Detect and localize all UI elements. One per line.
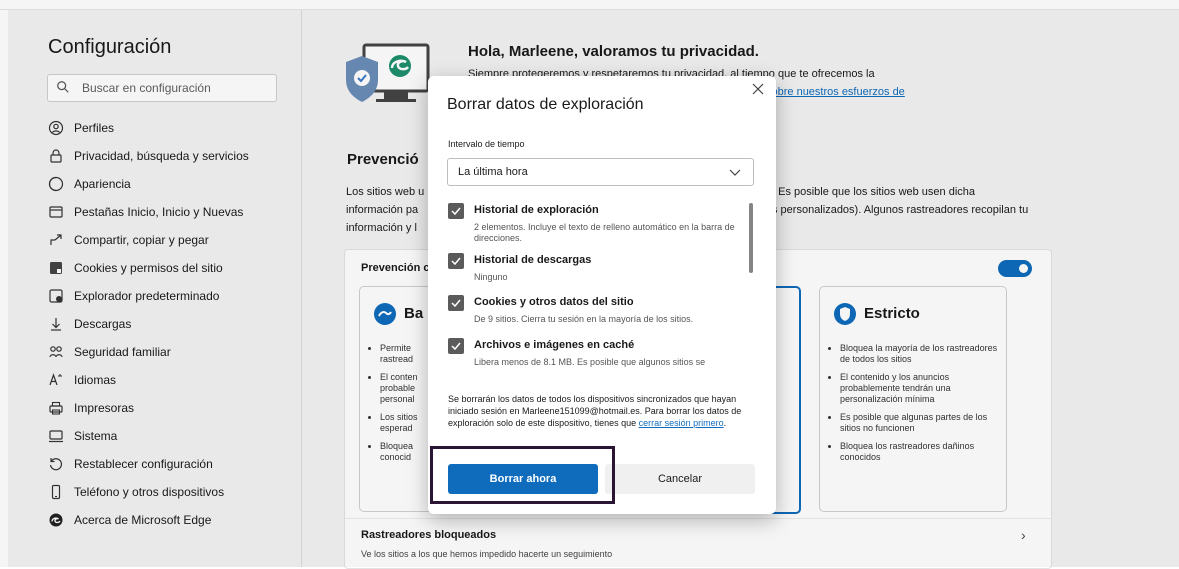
chevron-down-icon	[729, 169, 741, 176]
check-icon	[451, 207, 461, 216]
data-item-title: Archivos e imágenes en caché	[474, 339, 635, 351]
checkbox-checked[interactable]	[448, 295, 464, 311]
sync-info-end: .	[723, 418, 727, 428]
data-types-list[interactable]: Historial de exploración 2 elementos. In…	[428, 198, 776, 381]
checkbox-checked[interactable]	[448, 338, 464, 354]
cancel-button[interactable]: Cancelar	[605, 464, 755, 494]
data-item-desc: 2 elementos. Incluye el texto de relleno…	[474, 222, 735, 243]
check-icon	[451, 257, 461, 266]
data-item-desc: Ninguno	[474, 272, 508, 282]
checkbox-checked[interactable]	[448, 203, 464, 219]
sign-out-link[interactable]: cerrar sesión primero	[639, 418, 724, 428]
time-range-value: La última hora	[458, 166, 528, 178]
time-range-label: Intervalo de tiempo	[448, 139, 525, 149]
data-item-title: Historial de descargas	[474, 254, 592, 266]
check-icon	[451, 342, 461, 351]
time-range-select[interactable]: La última hora	[447, 158, 754, 186]
highlight-box	[430, 446, 615, 504]
close-icon[interactable]	[751, 82, 765, 96]
check-icon	[451, 299, 461, 308]
data-item-desc: De 9 sitios. Cierra tu sesión en la mayo…	[474, 314, 694, 324]
data-item-desc: Libera menos de 8.1 MB. Es posible que a…	[474, 357, 706, 367]
sync-info-text: Se borrarán los datos de todos los dispo…	[448, 393, 760, 429]
list-scrollbar[interactable]	[749, 203, 753, 273]
dialog-title: Borrar datos de exploración	[447, 96, 644, 113]
checkbox-checked[interactable]	[448, 253, 464, 269]
data-item-title: Cookies y otros datos del sitio	[474, 296, 634, 308]
data-item-title: Historial de exploración	[474, 204, 599, 216]
